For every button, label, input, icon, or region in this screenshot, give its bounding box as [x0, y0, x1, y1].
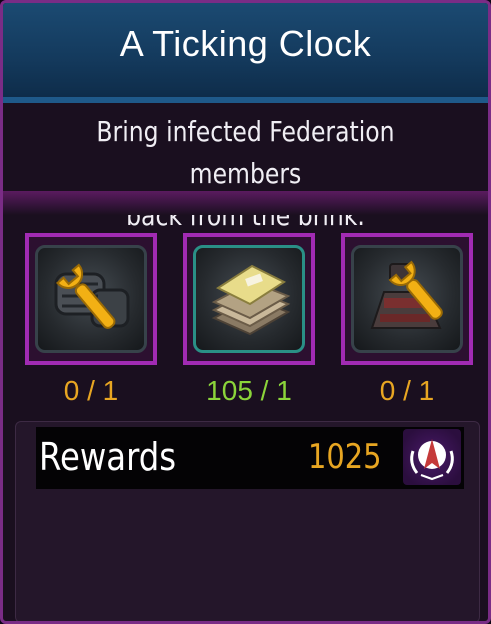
starfleet-insignia-icon — [403, 429, 461, 485]
slot-count-documents: 105 / 1 — [206, 375, 292, 406]
slot-inner — [351, 245, 463, 353]
documents-icon — [211, 264, 291, 336]
slot-inner — [193, 245, 305, 353]
mission-description-line1: Bring infected Federation members — [96, 115, 395, 190]
rewards-label: Rewards — [39, 435, 177, 479]
requirement-slot-documents[interactable] — [183, 233, 315, 365]
requirement-slot-turret[interactable] — [341, 233, 473, 365]
armor-repair-icon — [54, 263, 130, 329]
slot-count-turret: 0 / 1 — [379, 375, 435, 406]
slot-count-armor: 0 / 1 — [63, 375, 119, 406]
mission-description: Bring infected Federation members back f… — [42, 111, 449, 237]
turret-repair-icon — [370, 260, 443, 329]
mission-header: A Ticking Clock — [3, 3, 488, 103]
mission-panel: A Ticking Clock Bring infected Federatio… — [0, 0, 491, 624]
rewards-value: 1025 — [308, 437, 382, 477]
requirement-slot-armor[interactable] — [25, 233, 157, 365]
divider-band — [3, 191, 488, 215]
mission-title: A Ticking Clock — [119, 23, 372, 64]
slot-inner — [35, 245, 147, 353]
